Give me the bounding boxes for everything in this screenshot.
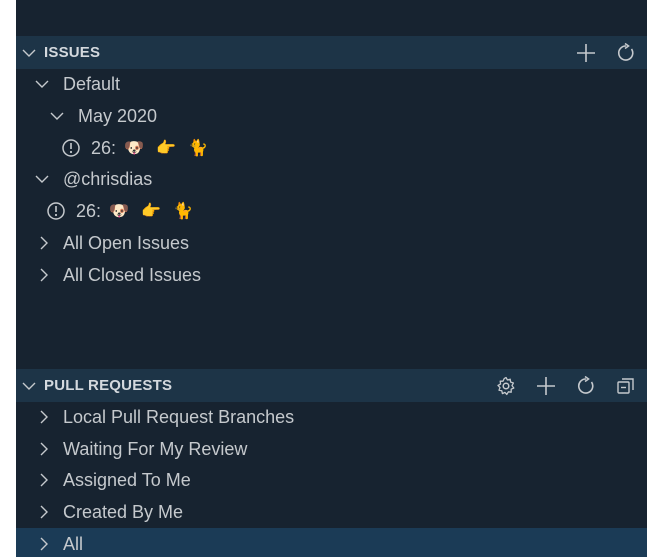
collapse-all-button[interactable] (615, 375, 637, 397)
chevron-down-icon (34, 171, 50, 187)
tree-item-label: Assigned To Me (63, 469, 191, 490)
issue-number: 26: (76, 200, 102, 221)
tree-item-label: All (63, 533, 84, 554)
tree-item-user[interactable]: @chrisdias (16, 163, 647, 195)
issue-open-icon (46, 201, 66, 221)
pointing-right-emoji: 👉 (141, 203, 161, 220)
tree-item-local-pr-branches[interactable]: Local Pull Request Branches (16, 401, 647, 433)
issue-open-icon (61, 138, 81, 158)
issues-section-title: ISSUES (44, 44, 101, 61)
chevron-right-icon (36, 267, 52, 283)
chevron-down-icon (21, 45, 37, 61)
pull-requests-section-header[interactable]: PULL REQUESTS (16, 369, 647, 402)
chevron-right-icon (36, 472, 52, 488)
tree-item-label: All Open Issues (63, 232, 190, 253)
tree-item-all-open-issues[interactable]: All Open Issues (16, 227, 647, 259)
pull-requests-actions (495, 369, 647, 402)
chevron-right-icon (36, 536, 52, 552)
tree-item-all[interactable]: All (16, 528, 647, 557)
issue-item[interactable]: 26: 🐶 👉 🐈 (16, 132, 647, 164)
gear-icon (497, 376, 515, 395)
tree-item-default[interactable]: Default (16, 68, 647, 100)
collapse-all-icon (617, 377, 634, 394)
cat-emoji: 🐈 (188, 140, 208, 157)
dog-emoji: 🐶 (109, 203, 129, 220)
refresh-pull-requests-button[interactable] (575, 375, 597, 397)
pointing-right-emoji: 👉 (156, 140, 176, 157)
issue-number: 26: (91, 137, 117, 158)
tree-item-label: Created By Me (63, 501, 184, 522)
chevron-down-icon (49, 108, 65, 124)
plus-icon (537, 376, 555, 395)
tree-item-assigned-to-me[interactable]: Assigned To Me (16, 464, 647, 496)
cat-emoji: 🐈 (173, 203, 193, 220)
chevron-right-icon (36, 504, 52, 520)
issues-section-header[interactable]: ISSUES (16, 36, 647, 69)
tree-item-all-closed-issues[interactable]: All Closed Issues (16, 259, 647, 291)
tree-item-waiting-for-review[interactable]: Waiting For My Review (16, 433, 647, 465)
configure-button[interactable] (495, 375, 517, 397)
issues-actions (575, 36, 647, 69)
refresh-icon (618, 42, 634, 61)
tree-item-label: Waiting For My Review (63, 438, 248, 459)
refresh-icon (578, 375, 594, 394)
chevron-down-icon (34, 76, 50, 92)
sidebar-panel: ISSUES Default May 2020 26: 🐶 👉 🐈 @chris… (16, 0, 647, 557)
dog-emoji: 🐶 (124, 140, 144, 157)
issue-item[interactable]: 26: 🐶 👉 🐈 (16, 195, 647, 227)
chevron-down-icon (21, 378, 37, 394)
pull-requests-section-title: PULL REQUESTS (44, 377, 173, 394)
refresh-issues-button[interactable] (615, 42, 637, 64)
chevron-right-icon (36, 409, 52, 425)
tree-item-milestone[interactable]: May 2020 (16, 100, 647, 132)
tree-item-label: @chrisdias (63, 168, 153, 189)
tree-item-label: All Closed Issues (63, 264, 202, 285)
tree-item-label: May 2020 (78, 105, 158, 126)
tree-item-created-by-me[interactable]: Created By Me (16, 496, 647, 528)
tree-item-label: Local Pull Request Branches (63, 406, 295, 427)
add-issue-button[interactable] (575, 42, 597, 64)
screenshot-frame: ISSUES Default May 2020 26: 🐶 👉 🐈 @chris… (0, 0, 667, 557)
plus-icon (577, 43, 595, 62)
add-pull-request-button[interactable] (535, 375, 557, 397)
chevron-right-icon (36, 235, 52, 251)
tree-item-label: Default (63, 73, 121, 94)
chevron-right-icon (36, 441, 52, 457)
